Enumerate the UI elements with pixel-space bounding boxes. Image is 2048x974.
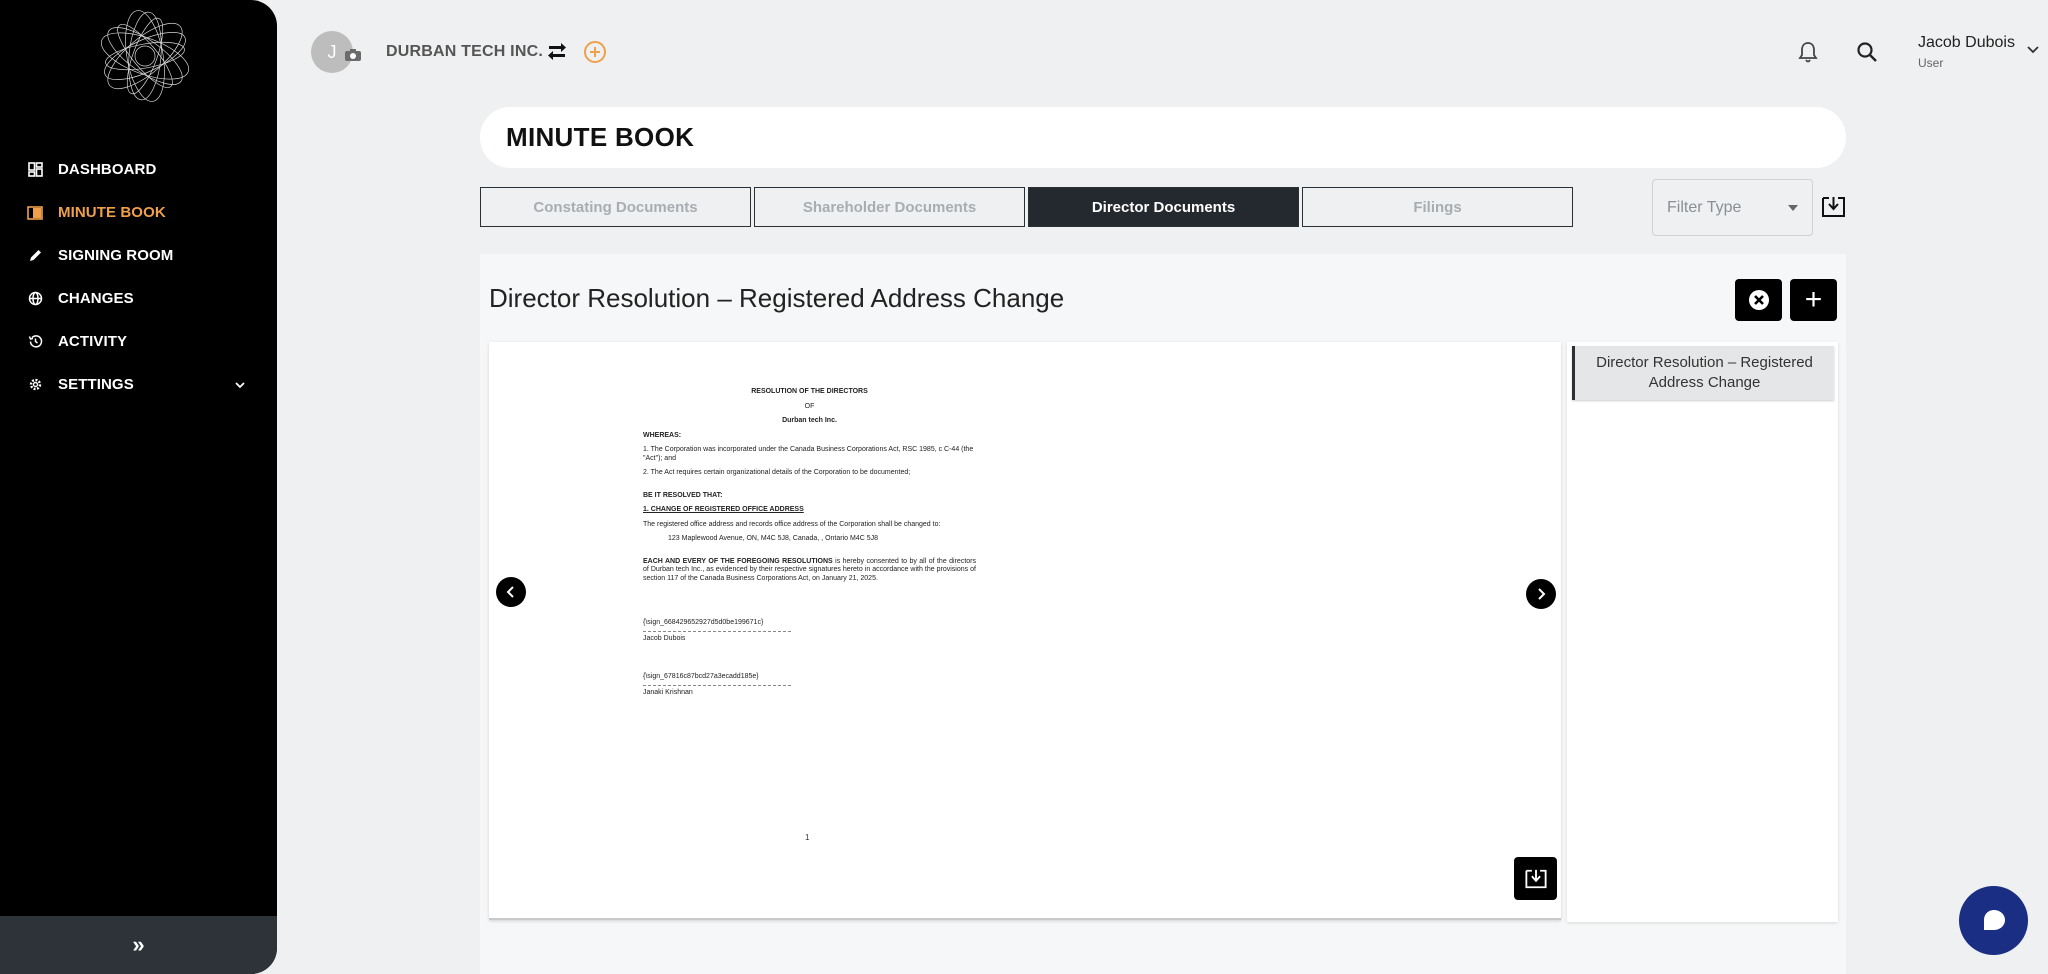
sidebar-collapse-button[interactable]: »: [0, 916, 277, 974]
chat-bubble-icon: [1983, 909, 2005, 930]
doc-heading: OF: [804, 402, 815, 410]
sidebar-item-label: ACTIVITY: [58, 333, 128, 350]
next-page-button[interactable]: [1526, 579, 1556, 609]
doc-signatory-name: Janaki Krishnan: [643, 688, 693, 696]
download-icon: [1524, 869, 1547, 888]
bell-icon[interactable]: [1797, 40, 1819, 64]
doc-section-title: 1. CHANGE OF REGISTERED OFFICE ADDRESS: [643, 506, 804, 513]
doc-clause: 1. The Corporation was incorporated unde…: [643, 446, 974, 462]
sidebar-item-label: MINUTE BOOK: [58, 204, 166, 221]
company-logo: [100, 10, 190, 102]
page-title: MINUTE BOOK: [506, 122, 695, 152]
chevron-right-icon: [1538, 588, 1546, 600]
chevron-down-icon: [235, 376, 245, 393]
tab-director-documents[interactable]: Director Documents: [1028, 187, 1299, 227]
sidebar-nav: DASHBOARD MINUTE BOOK SIGNING ROOM CHANG…: [0, 148, 277, 406]
doc-whereas: WHEREAS:: [643, 431, 682, 439]
previous-page-button[interactable]: [496, 577, 526, 607]
document-page: RESOLUTION OF THE DIRECTORS OF Durban te…: [643, 388, 976, 697]
download-all-icon[interactable]: [1821, 195, 1846, 219]
double-chevron-right-icon: »: [132, 932, 145, 957]
doc-heading: RESOLUTION OF THE DIRECTORS: [751, 388, 868, 395]
camera-icon[interactable]: [344, 48, 362, 62]
close-document-button[interactable]: [1735, 279, 1782, 321]
chevron-left-icon: [506, 586, 514, 598]
plus-icon: +: [1804, 283, 1823, 316]
signature-line: [643, 630, 791, 632]
viewer-divider: [489, 918, 1561, 920]
doc-signature-tag: {\sign_668429652927d5d0be199671c}: [643, 619, 764, 626]
user-role: User: [1918, 56, 1944, 70]
document-list: [1567, 342, 1838, 922]
swap-icon[interactable]: [546, 40, 568, 62]
sidebar-item-minute-book[interactable]: MINUTE BOOK: [0, 191, 277, 234]
sidebar-item-dashboard[interactable]: DASHBOARD: [0, 148, 277, 191]
user-name[interactable]: Jacob Dubois: [1918, 34, 2015, 52]
doc-section-body: The registered office address and record…: [643, 520, 941, 528]
sidebar-item-label: SETTINGS: [58, 376, 134, 393]
sidebar-item-label: DASHBOARD: [58, 161, 157, 178]
sidebar-item-changes[interactable]: CHANGES: [0, 277, 277, 320]
doc-address: 123 Maplewood Avenue, ON, M4C 5J8, Canad…: [668, 535, 878, 542]
sidebar-item-label: SIGNING ROOM: [58, 247, 174, 264]
doc-closing: EACH AND EVERY OF THE FOREGOING RESOLUTI…: [643, 557, 976, 582]
history-icon: [26, 333, 44, 351]
document-title: Director Resolution – Registered Address…: [489, 283, 1065, 313]
sidebar-item-label: CHANGES: [58, 290, 134, 307]
caret-down-icon: [1788, 205, 1798, 211]
download-document-button[interactable]: [1514, 857, 1557, 900]
tab-shareholder-documents[interactable]: Shareholder Documents: [754, 187, 1025, 227]
doc-heading: Durban tech Inc.: [782, 417, 837, 424]
page-title-card: MINUTE BOOK: [480, 107, 1846, 168]
sidebar: DASHBOARD MINUTE BOOK SIGNING ROOM CHANG…: [0, 0, 277, 974]
signature-line: [643, 684, 791, 686]
book-icon: [26, 204, 44, 222]
page-number: 1: [805, 833, 810, 842]
doc-signature-tag: {\sign_67816c87bcd27a3ecadd185e}: [643, 673, 759, 680]
close-circle-icon: [1748, 290, 1769, 310]
add-document-button[interactable]: +: [1790, 279, 1837, 321]
chevron-down-icon[interactable]: [2026, 45, 2040, 55]
globe-icon: [26, 290, 44, 308]
document-list-item[interactable]: Director Resolution – Registered Address…: [1572, 346, 1834, 400]
doc-clause: 2. The Act requires certain organization…: [643, 469, 911, 476]
search-icon[interactable]: [1856, 41, 1878, 63]
sidebar-item-settings[interactable]: SETTINGS: [0, 363, 277, 406]
dashboard-icon: [26, 161, 44, 179]
tab-constating-documents[interactable]: Constating Documents: [480, 187, 751, 227]
sidebar-item-signing-room[interactable]: SIGNING ROOM: [0, 234, 277, 277]
gear-icon: [26, 376, 44, 394]
chat-button[interactable]: [1959, 886, 2028, 955]
doc-resolved: BE IT RESOLVED THAT:: [643, 491, 723, 499]
company-name: DURBAN TECH INC.: [386, 43, 543, 60]
tab-filings[interactable]: Filings: [1302, 187, 1573, 227]
add-circle-icon[interactable]: [583, 40, 607, 64]
sidebar-item-activity[interactable]: ACTIVITY: [0, 320, 277, 363]
doc-signatory-name: Jacob Dubois: [643, 634, 686, 642]
pen-icon: [26, 247, 44, 265]
filter-type-select[interactable]: Filter Type: [1652, 179, 1813, 236]
